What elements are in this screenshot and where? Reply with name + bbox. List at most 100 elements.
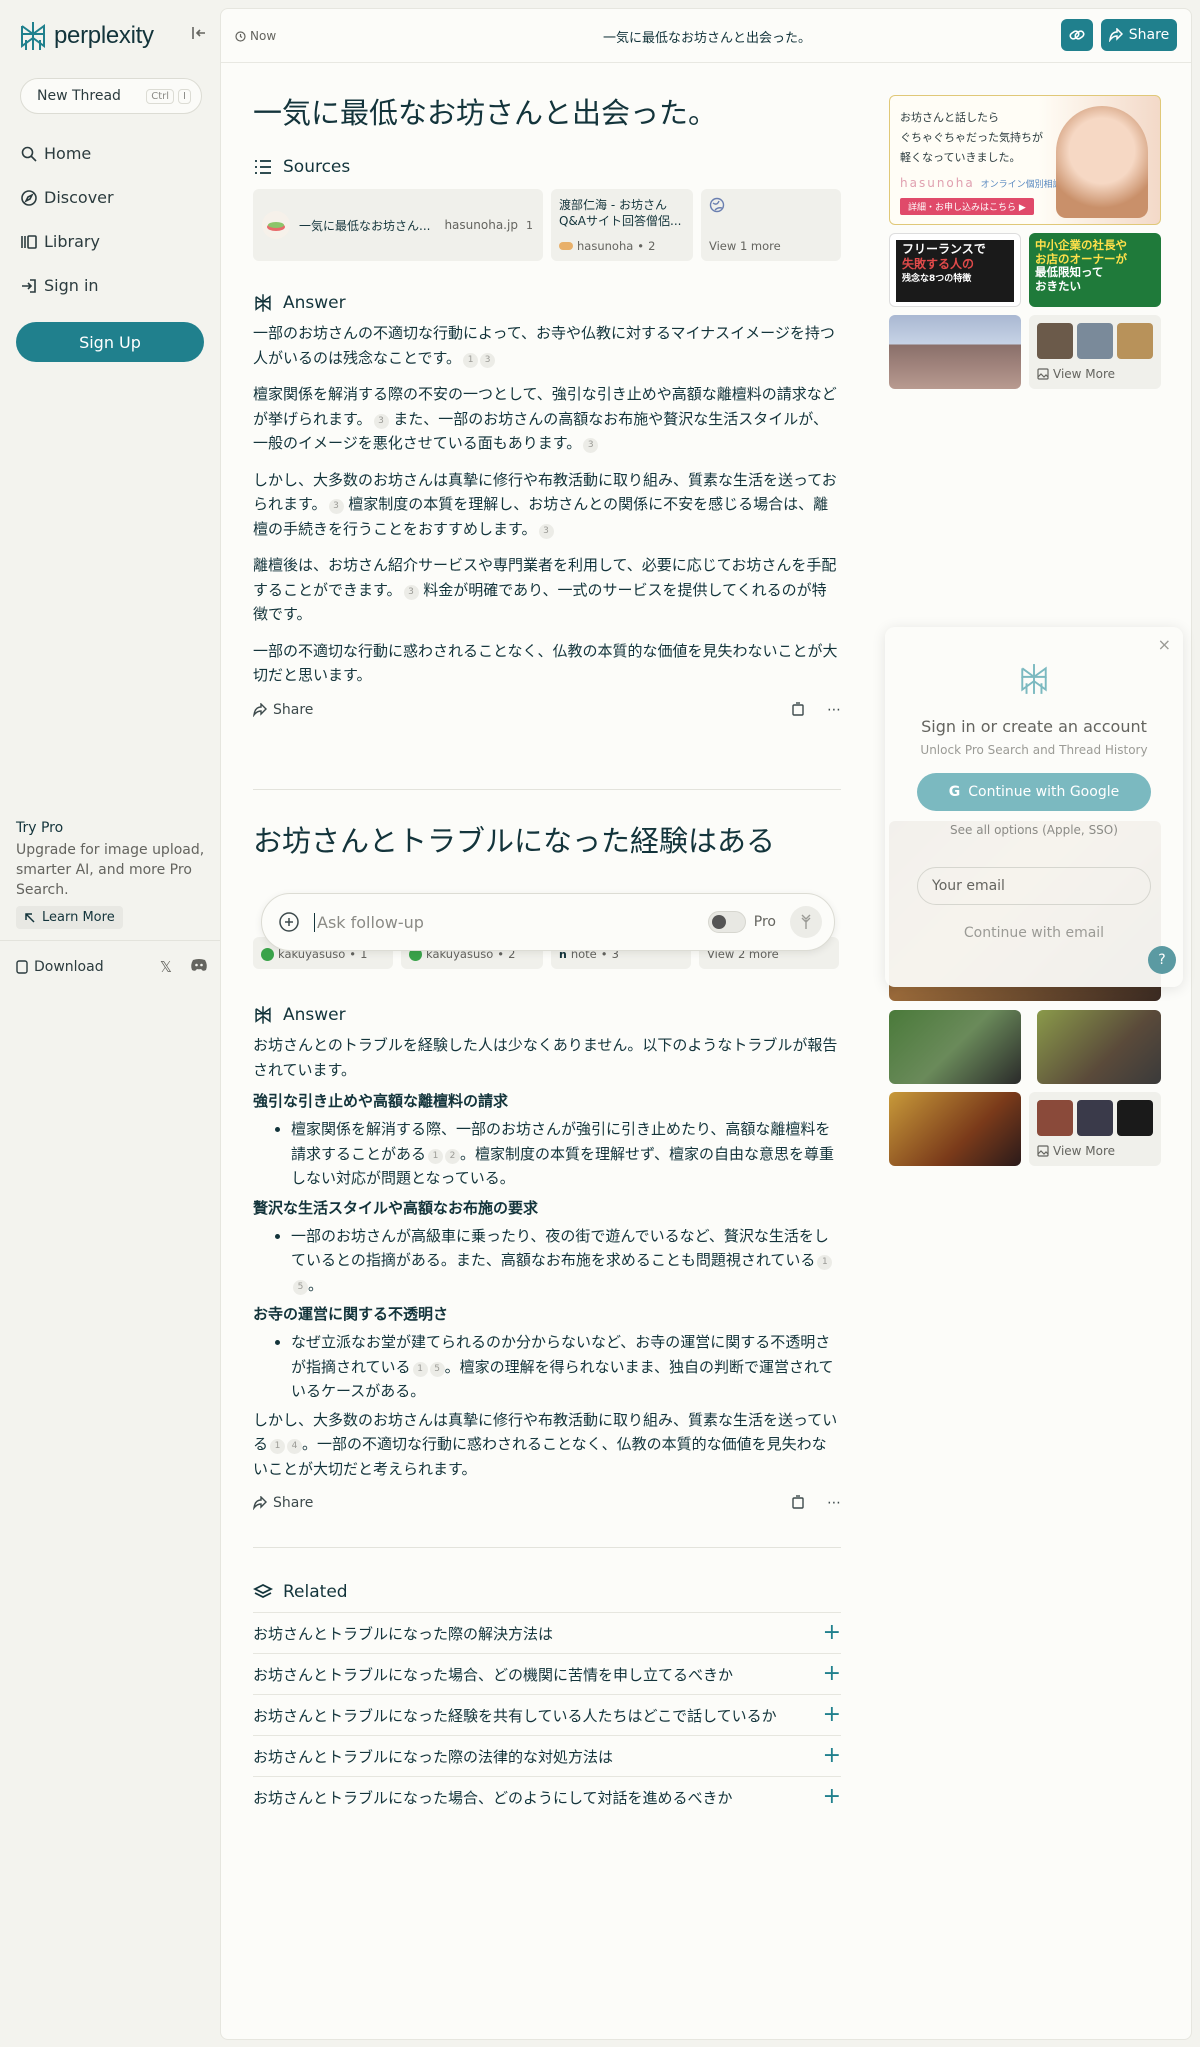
nav-discover[interactable]: Discover: [20, 188, 114, 207]
submit-button[interactable]: [790, 906, 822, 938]
citation[interactable]: 1: [428, 1148, 444, 1164]
ad-line: ぐちゃぐちゃだった気持ちが: [900, 131, 1043, 144]
answer-actions: Share ⋯: [253, 1495, 841, 1511]
view-more-label: View 1 more: [709, 239, 781, 253]
continue-with-google-button[interactable]: G Continue with Google: [917, 773, 1151, 811]
share-answer-button[interactable]: Share: [273, 1495, 313, 1511]
image-ceremony[interactable]: [889, 1092, 1021, 1166]
ad-line: フリーランスで: [902, 242, 986, 256]
new-thread-button[interactable]: New Thread Ctrl I: [20, 78, 202, 114]
share-icon[interactable]: [253, 1496, 267, 1510]
perplexity-answer-icon: [255, 1006, 271, 1024]
citation[interactable]: 3: [328, 499, 344, 514]
more-options-icon[interactable]: ⋯: [827, 1495, 841, 1511]
sign-in-subtitle: Unlock Pro Search and Thread History: [920, 743, 1148, 757]
collapse-sidebar-icon[interactable]: [190, 24, 210, 44]
related-divider: [253, 1547, 841, 1548]
help-button[interactable]: ?: [1148, 946, 1176, 974]
citation[interactable]: 4: [287, 1439, 303, 1454]
perplexity-logo-icon: [21, 22, 45, 50]
citation[interactable]: 1: [412, 1361, 428, 1377]
sign-in-title: Sign in or create an account: [921, 717, 1147, 736]
ad-freelance-text: フリーランスで 失敗する人の 残念な8つの特徴: [902, 242, 986, 287]
ad-text: お坊さんと話したら ぐちゃぐちゃだった気持ちが 軽くなっていきました。: [900, 108, 1043, 168]
view-more-sources[interactable]: View 1 more: [701, 189, 841, 261]
nav-home[interactable]: Home: [20, 144, 91, 163]
ad-banner-hasunoha[interactable]: お坊さんと話したら ぐちゃぐちゃだった気持ちが 軽くなっていきました。 hasu…: [889, 95, 1161, 225]
citation[interactable]: 3: [538, 523, 554, 539]
bullet-list: 檀家関係を解消する際、一部のお坊さんが強引に引き止めたり、高額な離檀料を請求する…: [253, 1117, 841, 1191]
citation[interactable]: 3: [583, 438, 599, 453]
thread-2: お坊さんとトラブルになった経験はある kakuyasuso • 1 kakuya…: [253, 821, 841, 1817]
search-icon: [21, 146, 37, 162]
logo[interactable]: perplexity: [18, 20, 154, 52]
question-title: お坊さんとトラブルになった経験はある: [253, 824, 776, 858]
try-pro-panel: Try Pro Upgrade for image upload, smarte…: [16, 820, 206, 929]
image-icon: [1037, 368, 1049, 380]
ad-freelance[interactable]: フリーランスで 失敗する人の 残念な8つの特徴: [889, 233, 1021, 307]
citation[interactable]: 5: [293, 1279, 308, 1295]
citation[interactable]: 1: [270, 1439, 286, 1454]
answer-outro: しかし、大多数のお坊さんは真摯に修行や布教活動に取り組み、質素な生活を送っている…: [253, 1408, 841, 1482]
answer-header: Answer: [253, 1005, 841, 1025]
citation[interactable]: 3: [403, 584, 419, 600]
share-answer-button[interactable]: Share: [273, 702, 313, 718]
copy-link-button[interactable]: [1061, 19, 1093, 51]
source-thumbnail-icon: [262, 211, 290, 239]
answer-paragraph: しかし、大多数のお坊さんは真摯に修行や布教活動に取り組み、質素な生活を送っておら…: [253, 468, 841, 542]
email-field[interactable]: Your email: [917, 867, 1151, 905]
download-link[interactable]: Download: [34, 959, 104, 975]
copy-icon[interactable]: [791, 701, 805, 716]
google-button-label: Continue with Google: [968, 784, 1120, 800]
nav-signin[interactable]: Sign in: [20, 276, 99, 295]
image-monk-praying[interactable]: [1037, 1010, 1161, 1084]
sign-up-button[interactable]: Sign Up: [16, 322, 204, 362]
try-pro-description: Upgrade for image upload, smarter AI, an…: [16, 842, 205, 898]
perplexity-answer-icon: [255, 294, 271, 312]
view-more-images[interactable]: View More: [1029, 1092, 1161, 1166]
related-item[interactable]: お坊さんとトラブルになった際の解決方法は +: [253, 1612, 841, 1653]
source-title: 渡部仁海 - お坊さん Q&Aサイト回答僧侶...: [559, 198, 682, 228]
answer-header: Answer: [253, 293, 841, 313]
citation[interactable]: 3: [480, 352, 496, 368]
source-card[interactable]: 渡部仁海 - お坊さん Q&Aサイト回答僧侶... hasunoha • 2: [551, 189, 693, 261]
nav-library-label: Library: [44, 232, 100, 251]
related-question: お坊さんとトラブルになった経験を共有している人たちはどこで話しているか: [253, 1706, 777, 1725]
share-button[interactable]: Share: [1101, 19, 1177, 51]
library-icon: [21, 234, 37, 249]
continue-with-email-button[interactable]: Continue with email: [885, 925, 1183, 941]
image-monks-outdoors[interactable]: [889, 1010, 1021, 1084]
nav-library[interactable]: Library: [20, 232, 100, 251]
citation[interactable]: 1: [817, 1255, 833, 1270]
x-twitter-icon[interactable]: 𝕏: [160, 958, 172, 976]
close-icon[interactable]: ×: [1158, 635, 1171, 654]
citation[interactable]: 3: [373, 413, 389, 429]
related-item[interactable]: お坊さんとトラブルになった経験を共有している人たちはどこで話しているか +: [253, 1694, 841, 1735]
learn-more-button[interactable]: Learn More: [16, 906, 123, 929]
plus-icon: +: [822, 1620, 841, 1645]
answer-label: Answer: [283, 293, 346, 313]
related-item[interactable]: お坊さんとトラブルになった場合、どのようにして対話を進めるべきか +: [253, 1776, 841, 1817]
view-more-row: View More: [1037, 367, 1115, 381]
citation[interactable]: 5: [429, 1361, 445, 1377]
citation[interactable]: 2: [445, 1148, 461, 1164]
attach-plus-icon[interactable]: [278, 911, 300, 933]
pro-toggle[interactable]: [707, 911, 746, 933]
related-item[interactable]: お坊さんとトラブルになった場合、どの機関に苦情を申し立てるべきか +: [253, 1653, 841, 1694]
follow-up-input[interactable]: Ask follow-up: [314, 912, 424, 932]
ad-line: お坊さんと話したら: [900, 111, 999, 124]
share-icon[interactable]: [253, 702, 267, 717]
view-more-images[interactable]: View More: [1029, 315, 1161, 389]
ad-smb[interactable]: 中小企業の社長や お店のオーナーが 最低限知って おきたい: [1029, 233, 1161, 307]
related-item[interactable]: お坊さんとトラブルになった際の法律的な対処方法は +: [253, 1735, 841, 1776]
related-question: お坊さんとトラブルになった場合、どの機関に苦情を申し立てるべきか: [253, 1665, 734, 1684]
source-card[interactable]: 一気に最低なお坊さん... hasunoha.jp 1: [253, 189, 543, 261]
copy-icon[interactable]: [791, 1495, 805, 1509]
bullet-list: なぜ立派なお堂が建てられるのか分からないなど、お寺の運営に関する不透明さが指摘さ…: [253, 1330, 841, 1404]
see-all-options-link[interactable]: See all options (Apple, SSO): [885, 823, 1183, 837]
image-building[interactable]: [889, 315, 1021, 389]
more-options-icon[interactable]: ⋯: [827, 702, 841, 718]
discord-icon[interactable]: [190, 958, 208, 972]
citation[interactable]: 1: [463, 352, 479, 368]
try-pro-title: Try Pro: [16, 820, 64, 836]
